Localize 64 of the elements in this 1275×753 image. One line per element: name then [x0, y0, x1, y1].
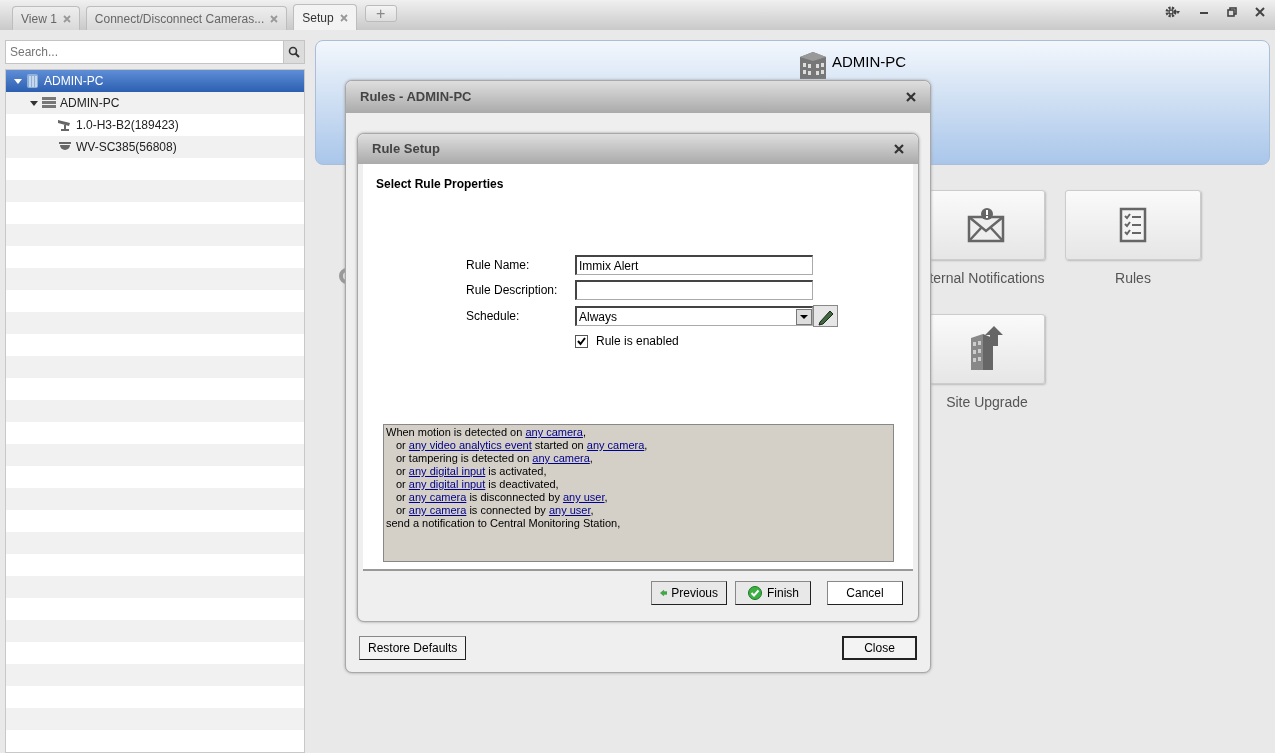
restore-icon[interactable] — [1227, 7, 1237, 17]
rule-text: send a notification to Central Monitoring Station, — [386, 517, 622, 530]
field-label: Schedule: — [466, 308, 521, 325]
rule-text: When motion is detected on any camera, — [386, 426, 587, 439]
close-icon[interactable] — [894, 144, 904, 154]
tile-label: Site Upgrade — [946, 393, 1028, 412]
text-field[interactable] — [575, 280, 813, 300]
finish-button[interactable]: Finish — [735, 581, 811, 605]
rule-link[interactable]: any camera — [525, 426, 583, 438]
collapse-arrow-icon[interactable] — [30, 99, 38, 107]
tile-label: Rules — [1115, 269, 1151, 288]
tab[interactable]: Connect/Disconnect Cameras... — [85, 6, 288, 30]
tree-item[interactable]: ADMIN-PC — [6, 92, 304, 114]
settings-icon[interactable] — [1165, 6, 1181, 18]
checkbox-label: Rule is enabled — [596, 333, 679, 350]
close-icon[interactable] — [1255, 7, 1265, 17]
rule-link[interactable]: any digital input — [408, 465, 486, 477]
dialog-title: Rule Setup — [372, 140, 440, 159]
collapse-arrow-icon[interactable] — [14, 77, 22, 85]
tab[interactable]: Setup — [293, 4, 357, 30]
text-field[interactable]: Immix Alert — [575, 255, 813, 275]
check-icon — [747, 586, 763, 600]
restore-defaults-button[interactable]: Restore Defaults — [359, 636, 467, 660]
tile-button[interactable] — [929, 314, 1045, 384]
server-icon — [41, 95, 57, 111]
tab[interactable]: View 1 — [12, 6, 80, 30]
tile-button[interactable] — [929, 190, 1045, 260]
dialog-title: Rules - ADMIN-PC — [360, 88, 472, 107]
rule-text: or tampering is detected on any camera, — [395, 452, 594, 465]
checkbox-checked-icon[interactable] — [575, 334, 588, 348]
building-icon — [798, 51, 827, 79]
rule-link[interactable]: any camera — [408, 491, 467, 503]
search-button[interactable] — [283, 40, 305, 64]
rule-link[interactable]: any camera — [532, 452, 590, 464]
search-icon — [288, 46, 300, 58]
rule-link[interactable]: any camera — [408, 504, 467, 516]
rule-text: or any digital input is activated, — [395, 465, 548, 478]
search-field[interactable]: Search... — [5, 40, 283, 64]
rule-link[interactable]: any digital input — [408, 478, 486, 490]
rule-link[interactable]: any video analytics event — [408, 439, 532, 451]
building-icon — [25, 73, 41, 89]
checklist-icon — [1119, 207, 1147, 243]
field-label: Rule Name: — [466, 257, 531, 274]
rule-text: or any camera is disconnected by any user, — [395, 491, 609, 504]
field-label: Rule Description: — [466, 282, 559, 299]
tile-label: ternal Notifications — [929, 269, 1045, 288]
section-heading: Select Rule Properties — [376, 176, 504, 193]
previous-button[interactable]: Previous — [651, 581, 727, 605]
cancel-button[interactable]: Cancel — [827, 581, 903, 605]
schedule-dropdown[interactable]: Always — [575, 306, 813, 326]
rule-text: or any digital input is deactivated, — [395, 478, 560, 491]
tree-item[interactable]: 1.0-H3-B2(189423) — [6, 114, 304, 136]
pencil-icon[interactable] — [813, 305, 838, 327]
rule-text: or any video analytics event started on any camera, — [395, 439, 649, 452]
rule-text: or any camera is connected by any user, — [395, 504, 595, 517]
rule-link[interactable]: any user — [562, 491, 605, 503]
close-button[interactable]: Close — [842, 636, 917, 660]
building-upload-icon — [969, 326, 1005, 372]
close-icon[interactable] — [906, 92, 916, 102]
tree-item[interactable]: ADMIN-PC — [6, 70, 304, 92]
camera-icon — [57, 117, 73, 133]
tree-item[interactable]: WV-SC385(56808) — [6, 136, 304, 158]
tile-button[interactable] — [1065, 190, 1201, 260]
site-title: ADMIN-PC — [831, 52, 907, 72]
